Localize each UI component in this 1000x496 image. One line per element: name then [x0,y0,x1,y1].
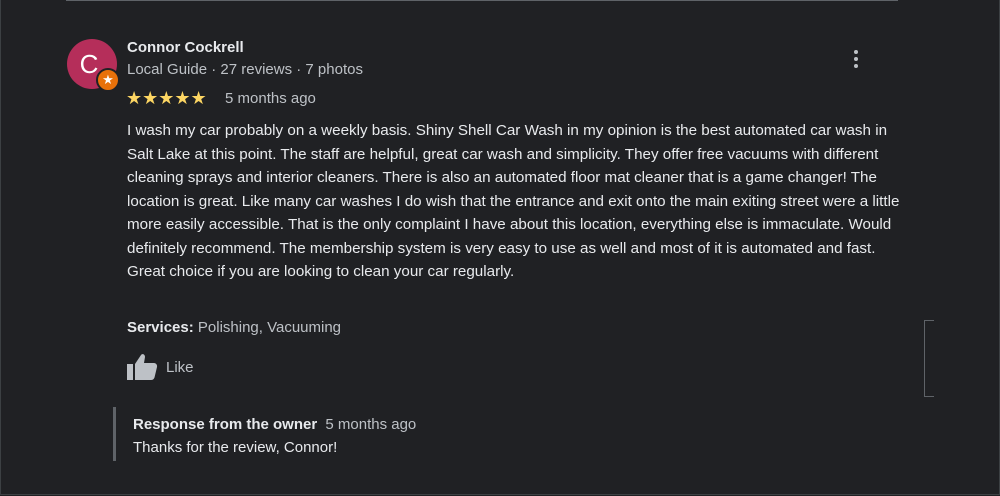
response-title: Response from the owner 5 months ago [133,416,416,433]
more-options-dot [854,64,858,68]
response-text: Thanks for the review, Connor! [133,439,338,456]
services-value: Polishing, Vacuuming [197,319,342,336]
local-guide-star-icon: ★ [96,68,120,92]
thumbs-up-icon [127,354,158,380]
more-options-dot [854,50,858,54]
response-title-label: Response from the owner [133,416,318,433]
scroll-indicator[interactable] [924,320,934,397]
like-label: Like [166,358,194,376]
more-options-button[interactable] [844,46,868,72]
response-bar [113,407,116,461]
like-button[interactable]: Like [126,352,194,382]
review-date: 5 months ago [225,90,316,107]
more-options-dot [854,57,858,61]
reviewer-meta[interactable]: Local Guide · 27 reviews · 7 photos [127,61,363,78]
response-date: 5 months ago [325,416,417,433]
services-label: Services: [127,319,194,336]
owner-response: Response from the owner 5 months ago Tha… [113,407,713,461]
star-rating: ★★★★★ [126,88,207,108]
services-line: Services: Polishing, Vacuuming [127,319,341,336]
reviewer-name[interactable]: Connor Cockrell [127,39,244,56]
review-text: I wash my car probably on a weekly basis… [127,122,900,280]
top-divider [66,0,898,1]
